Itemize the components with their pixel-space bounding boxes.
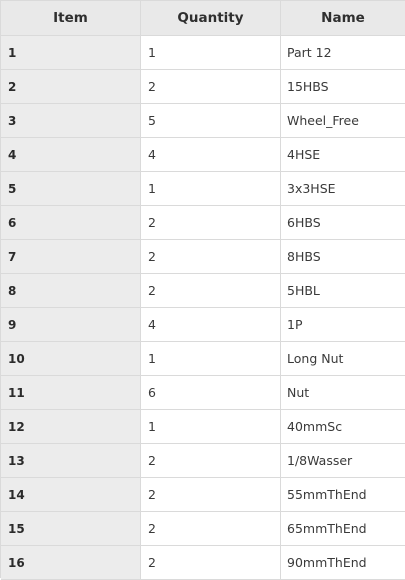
- quantity-cell[interactable]: 2: [141, 240, 281, 273]
- table-row[interactable]: 14 2 55mmThEnd: [1, 478, 405, 512]
- item-cell[interactable]: 7: [1, 240, 141, 273]
- item-cell[interactable]: 8: [1, 274, 141, 307]
- item-cell[interactable]: 5: [1, 172, 141, 205]
- name-cell[interactable]: Part 12: [281, 36, 405, 69]
- column-header-item[interactable]: Item: [1, 1, 141, 35]
- quantity-cell[interactable]: 6: [141, 376, 281, 409]
- name-cell[interactable]: 55mmThEnd: [281, 478, 405, 511]
- quantity-cell[interactable]: 2: [141, 512, 281, 545]
- table-row[interactable]: 13 2 1/8Wasser: [1, 444, 405, 478]
- column-header-quantity[interactable]: Quantity: [141, 1, 281, 35]
- table-row[interactable]: 2 2 15HBS: [1, 70, 405, 104]
- name-cell[interactable]: Long Nut: [281, 342, 405, 375]
- quantity-cell[interactable]: 2: [141, 274, 281, 307]
- table-row[interactable]: 5 1 3x3HSE: [1, 172, 405, 206]
- quantity-cell[interactable]: 2: [141, 478, 281, 511]
- table-row[interactable]: 16 2 90mmThEnd: [1, 546, 405, 580]
- quantity-cell[interactable]: 1: [141, 172, 281, 205]
- column-header-name[interactable]: Name: [281, 1, 405, 35]
- name-cell[interactable]: 15HBS: [281, 70, 405, 103]
- table-row[interactable]: 7 2 8HBS: [1, 240, 405, 274]
- name-cell[interactable]: Wheel_Free: [281, 104, 405, 137]
- name-cell[interactable]: 1P: [281, 308, 405, 341]
- item-cell[interactable]: 11: [1, 376, 141, 409]
- table-row[interactable]: 1 1 Part 12: [1, 36, 405, 70]
- name-cell[interactable]: 4HSE: [281, 138, 405, 171]
- item-cell[interactable]: 10: [1, 342, 141, 375]
- name-cell[interactable]: 40mmSc: [281, 410, 405, 443]
- quantity-cell[interactable]: 1: [141, 410, 281, 443]
- item-cell[interactable]: 13: [1, 444, 141, 477]
- name-cell[interactable]: 3x3HSE: [281, 172, 405, 205]
- item-cell[interactable]: 3: [1, 104, 141, 137]
- table-row[interactable]: 9 4 1P: [1, 308, 405, 342]
- quantity-cell[interactable]: 2: [141, 70, 281, 103]
- item-cell[interactable]: 9: [1, 308, 141, 341]
- quantity-cell[interactable]: 2: [141, 206, 281, 239]
- item-cell[interactable]: 14: [1, 478, 141, 511]
- table-row[interactable]: 15 2 65mmThEnd: [1, 512, 405, 546]
- name-cell[interactable]: Nut: [281, 376, 405, 409]
- item-cell[interactable]: 15: [1, 512, 141, 545]
- quantity-cell[interactable]: 2: [141, 444, 281, 477]
- item-cell[interactable]: 6: [1, 206, 141, 239]
- table-row[interactable]: 6 2 6HBS: [1, 206, 405, 240]
- name-cell[interactable]: 1/8Wasser: [281, 444, 405, 477]
- table-row[interactable]: 4 4 4HSE: [1, 138, 405, 172]
- table-row[interactable]: 3 5 Wheel_Free: [1, 104, 405, 138]
- quantity-cell[interactable]: 4: [141, 308, 281, 341]
- table-row[interactable]: 12 1 40mmSc: [1, 410, 405, 444]
- quantity-cell[interactable]: 5: [141, 104, 281, 137]
- name-cell[interactable]: 6HBS: [281, 206, 405, 239]
- quantity-cell[interactable]: 2: [141, 546, 281, 579]
- table-header-row: Item Quantity Name: [1, 0, 405, 36]
- table-row[interactable]: 8 2 5HBL: [1, 274, 405, 308]
- item-cell[interactable]: 2: [1, 70, 141, 103]
- table-row[interactable]: 10 1 Long Nut: [1, 342, 405, 376]
- quantity-cell[interactable]: 1: [141, 342, 281, 375]
- bill-of-materials-table: Item Quantity Name 1 1 Part 12 2 2 15HBS 3 5 Whe…: [0, 0, 405, 580]
- quantity-cell[interactable]: 4: [141, 138, 281, 171]
- name-cell[interactable]: 8HBS: [281, 240, 405, 273]
- item-cell[interactable]: 12: [1, 410, 141, 443]
- name-cell[interactable]: 5HBL: [281, 274, 405, 307]
- item-cell[interactable]: 16: [1, 546, 141, 579]
- table-row[interactable]: 11 6 Nut: [1, 376, 405, 410]
- item-cell[interactable]: 4: [1, 138, 141, 171]
- quantity-cell[interactable]: 1: [141, 36, 281, 69]
- name-cell[interactable]: 90mmThEnd: [281, 546, 405, 579]
- item-cell[interactable]: 1: [1, 36, 141, 69]
- name-cell[interactable]: 65mmThEnd: [281, 512, 405, 545]
- table-body: 1 1 Part 12 2 2 15HBS 3 5 Wheel_Free 4 4 4HSE 5 1 3x3H…: [1, 36, 405, 580]
